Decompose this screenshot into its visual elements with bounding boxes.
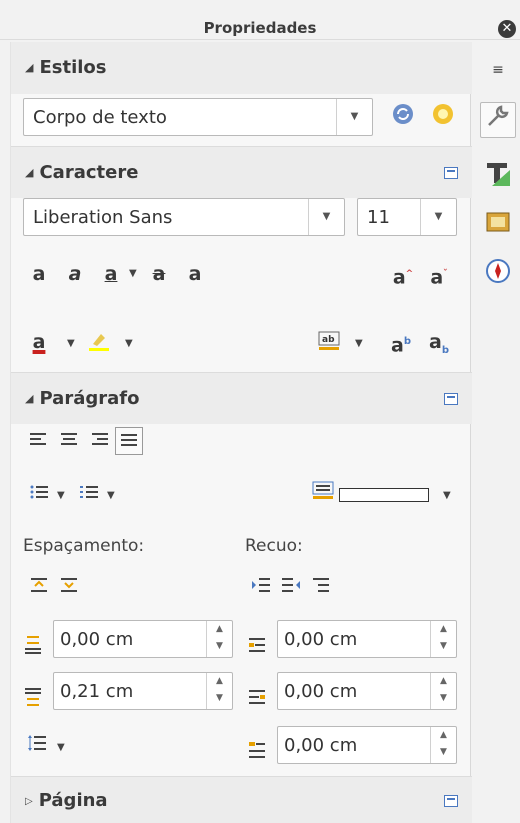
increase-spacing-icon[interactable]: [25, 574, 53, 602]
font-size-select[interactable]: 11 ▼: [357, 198, 457, 236]
update-style-icon[interactable]: [389, 102, 417, 130]
section-header-paragrafo[interactable]: ◢ Parágrafo: [11, 372, 472, 424]
expand-triangle-icon: ▷: [25, 796, 33, 807]
svg-text:ab: ab: [322, 335, 335, 345]
properties-panel: ◢ Estilos Corpo de texto ▼ ◢ Caractere Lib…: [10, 42, 472, 823]
italic-icon[interactable]: a: [61, 260, 89, 288]
below-spacing-value: 0,21 cm: [60, 681, 134, 702]
unordered-list-icon[interactable]: [25, 480, 53, 508]
after-indent-value: 0,00 cm: [284, 681, 358, 702]
align-right-icon[interactable]: [85, 427, 113, 455]
first-line-indent-icon: [247, 740, 271, 764]
more-options-icon[interactable]: [444, 167, 458, 179]
close-icon[interactable]: ✕: [498, 20, 516, 38]
decrease-indent-icon[interactable]: [277, 574, 305, 602]
subscript-icon[interactable]: ab: [425, 328, 453, 356]
first-line-indent-value: 0,00 cm: [284, 735, 358, 756]
decrease-spacing-icon[interactable]: [55, 574, 83, 602]
shadow-icon[interactable]: a: [181, 260, 209, 288]
collapse-triangle-icon: ◢: [25, 392, 34, 405]
font-color-icon[interactable]: a: [25, 328, 53, 356]
underline-icon[interactable]: a: [97, 260, 125, 288]
styles-tab-icon[interactable]: [480, 160, 516, 196]
strikethrough-icon[interactable]: a: [145, 260, 173, 288]
spin-down-icon[interactable]: ▼: [207, 690, 232, 707]
spin-up-icon[interactable]: ▲: [431, 673, 456, 690]
paragraph-background-icon[interactable]: [309, 480, 337, 508]
below-spacing-icon: [23, 686, 47, 710]
unordered-list-dropdown-icon[interactable]: ▼: [57, 490, 65, 501]
indent-label: Recuo:: [245, 536, 303, 556]
above-spacing-value: 0,00 cm: [60, 629, 134, 650]
superscript-icon[interactable]: ab: [387, 328, 415, 356]
spin-up-icon[interactable]: ▲: [431, 621, 456, 638]
spin-up-icon[interactable]: ▲: [207, 621, 232, 638]
before-indent-icon: [247, 634, 271, 658]
gallery-tab-icon[interactable]: [480, 208, 516, 244]
ordered-list-dropdown-icon[interactable]: ▼: [107, 490, 115, 501]
above-spacing-field[interactable]: 0,00 cm ▲ ▼: [53, 620, 233, 658]
line-spacing-dropdown-icon[interactable]: ▼: [57, 742, 65, 753]
spin-up-icon[interactable]: ▲: [207, 673, 232, 690]
deck-titlebar: Propriedades ✕: [0, 0, 520, 40]
grow-font-icon[interactable]: a^: [389, 260, 417, 288]
before-indent-field[interactable]: 0,00 cm ▲ ▼: [277, 620, 457, 658]
spin-down-icon[interactable]: ▼: [431, 638, 456, 655]
bold-icon[interactable]: a: [25, 260, 53, 288]
first-line-indent-field[interactable]: 0,00 cm ▲ ▼: [277, 726, 457, 764]
chevron-down-icon[interactable]: ▼: [308, 199, 344, 235]
section-title-pagina: Página: [38, 790, 108, 811]
section-header-estilos[interactable]: ◢ Estilos: [11, 42, 472, 94]
section-title-estilos: Estilos: [39, 57, 107, 78]
shrink-font-icon[interactable]: aˇ: [425, 260, 453, 288]
hanging-indent-icon[interactable]: [307, 574, 335, 602]
section-header-caractere[interactable]: ◢ Caractere: [11, 146, 472, 198]
font-size-value: 11: [367, 207, 390, 228]
justify-icon[interactable]: [115, 427, 143, 455]
below-spacing-field[interactable]: 0,21 cm ▲ ▼: [53, 672, 233, 710]
sidebar-tabbar: ≡: [476, 42, 520, 823]
chevron-down-icon[interactable]: ▼: [336, 99, 372, 135]
deck-title: Propriedades: [203, 19, 317, 37]
after-indent-icon: [247, 686, 271, 710]
more-options-icon[interactable]: [444, 795, 458, 807]
spin-down-icon[interactable]: ▼: [207, 638, 232, 655]
line-spacing-icon[interactable]: [23, 732, 51, 760]
spin-down-icon[interactable]: ▼: [431, 690, 456, 707]
after-indent-field[interactable]: 0,00 cm ▲ ▼: [277, 672, 457, 710]
paragraph-style-value: Corpo de texto: [33, 107, 167, 128]
spin-up-icon[interactable]: ▲: [431, 727, 456, 744]
highlight-dropdown-icon[interactable]: ▼: [125, 338, 133, 349]
collapse-triangle-icon: ◢: [25, 166, 34, 179]
paragraph-style-select[interactable]: Corpo de texto ▼: [23, 98, 373, 136]
background-color-swatch[interactable]: [339, 488, 429, 502]
font-name-value: Liberation Sans: [33, 207, 173, 228]
align-center-icon[interactable]: [55, 427, 83, 455]
section-title-paragrafo: Parágrafo: [39, 388, 140, 409]
navigator-tab-icon[interactable]: [480, 258, 516, 294]
section-title-caractere: Caractere: [39, 162, 139, 183]
font-color-dropdown-icon[interactable]: ▼: [67, 338, 75, 349]
character-spacing-icon[interactable]: ab: [315, 328, 343, 356]
spacing-dropdown-icon[interactable]: ▼: [355, 338, 363, 349]
highlight-color-icon[interactable]: [85, 328, 113, 356]
before-indent-value: 0,00 cm: [284, 629, 358, 650]
underline-dropdown-icon[interactable]: ▼: [129, 268, 137, 279]
spacing-label: Espaçamento:: [23, 536, 145, 556]
background-dropdown-icon[interactable]: ▼: [443, 490, 451, 501]
new-style-icon[interactable]: [429, 102, 457, 130]
properties-tab-icon[interactable]: [480, 102, 516, 138]
section-header-pagina[interactable]: ▷ Página: [11, 776, 472, 823]
font-name-select[interactable]: Liberation Sans ▼: [23, 198, 345, 236]
align-left-icon[interactable]: [25, 427, 53, 455]
chevron-down-icon[interactable]: ▼: [420, 199, 456, 235]
sidebar-menu-icon[interactable]: ≡: [480, 52, 516, 88]
above-spacing-icon: [23, 634, 47, 658]
more-options-icon[interactable]: [444, 393, 458, 405]
spin-down-icon[interactable]: ▼: [431, 744, 456, 761]
ordered-list-icon[interactable]: [75, 480, 103, 508]
collapse-triangle-icon: ◢: [25, 61, 34, 74]
increase-indent-icon[interactable]: [247, 574, 275, 602]
